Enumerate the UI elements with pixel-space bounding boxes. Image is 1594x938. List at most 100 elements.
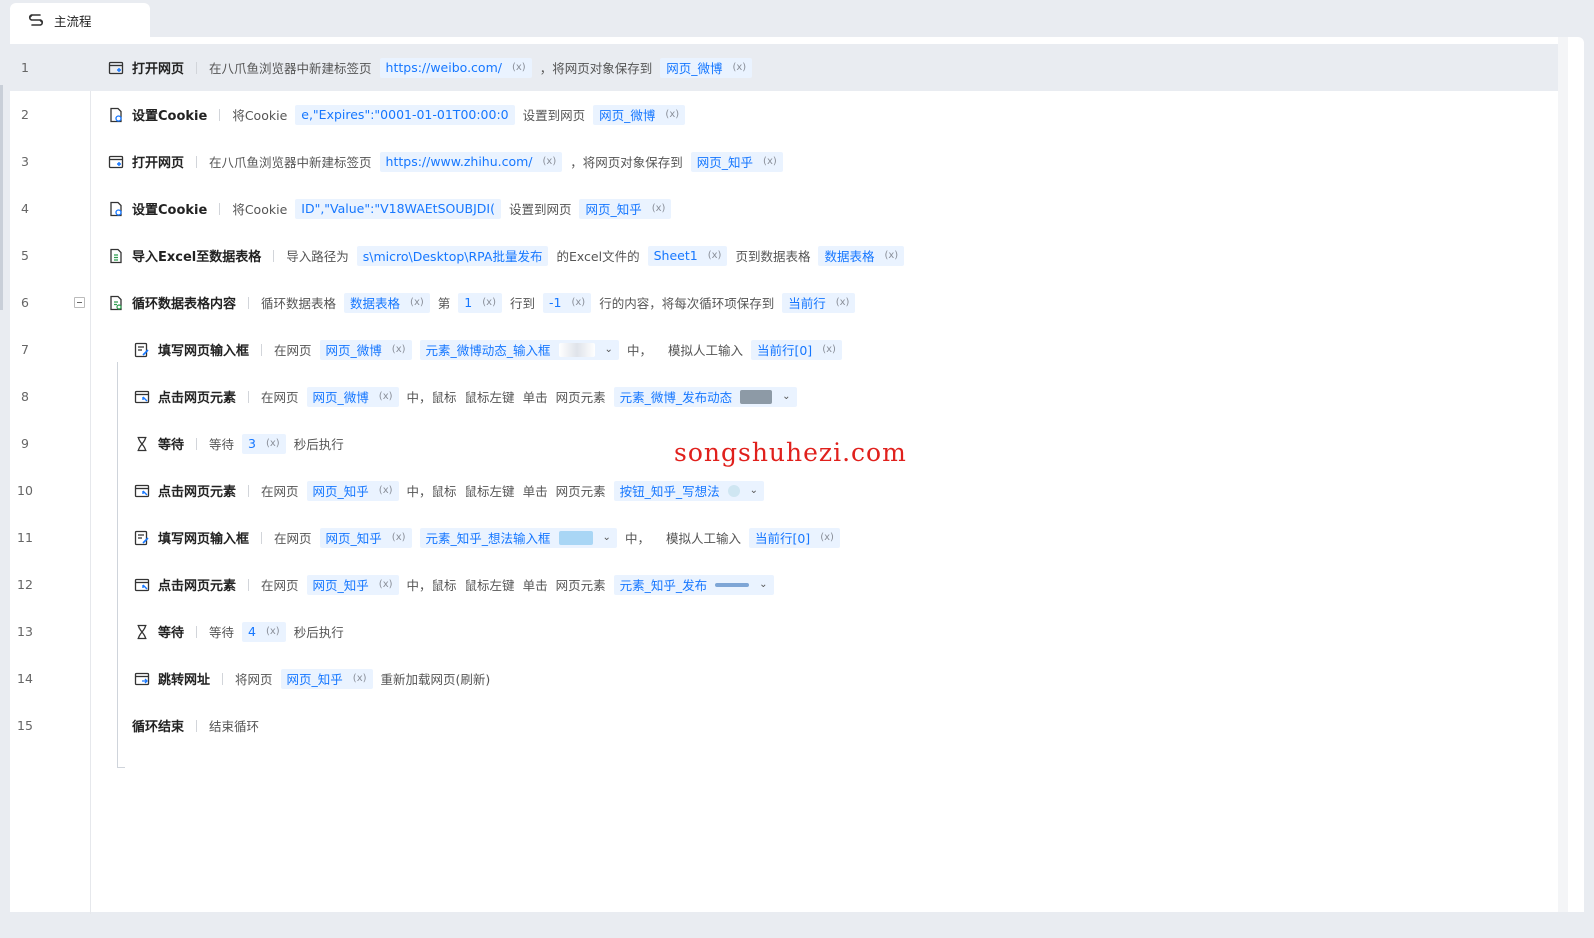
param-chip[interactable]: 网页_知乎 (x) [319, 527, 412, 548]
step-title: 导入Excel至数据表格 [132, 250, 262, 265]
element-select[interactable]: 按钮_知乎_写想法 ⌄ [613, 480, 764, 501]
step-text: 页到数据表格 [735, 249, 811, 264]
open-webpage-icon [108, 60, 124, 76]
flow-step-row[interactable]: 15 循环结束 结束循环 [10, 702, 1568, 749]
flow-editor-panel: 1 打开网页 在八爪鱼浏览器中新建标签页 https://weibo.com/ (… [10, 37, 1584, 914]
divider [248, 578, 250, 591]
variable-icon: (x) [391, 532, 406, 543]
variable-icon: (x) [265, 626, 280, 637]
flow-step-row[interactable]: 10 点击网页元素 在网页 网页_知乎 (x) 中，鼠标 鼠标左键 单击 网页元素… [10, 467, 1568, 514]
divider [196, 719, 198, 732]
flow-step-row[interactable]: 11 填写网页输入框 在网页 网页_知乎 (x) 元素_知乎_想法输入框 ⌄ 中， … [10, 514, 1568, 561]
param-chip[interactable]: -1 (x) [543, 292, 592, 313]
param-chip[interactable]: 3 (x) [242, 433, 286, 454]
variable-icon: (x) [352, 673, 367, 684]
param-chip[interactable]: https://weibo.com/ (x) [379, 57, 532, 78]
chevron-down-icon[interactable]: ⌄ [605, 344, 613, 355]
variable-icon: (x) [542, 156, 557, 167]
step-text: 单击 [522, 484, 548, 499]
param-chip[interactable]: 网页_知乎 (x) [280, 668, 373, 689]
param-chip[interactable]: s\micro\Desktop\RPA批量发布 [356, 245, 549, 266]
line-number: 9 [21, 436, 29, 451]
flow-step-row[interactable]: 13 等待 等待 4 (x) 秒后执行 [10, 608, 1568, 655]
step-text: ，将网页对象保存到 [570, 155, 683, 170]
chevron-down-icon[interactable]: ⌄ [759, 579, 767, 590]
param-value: 网页_微博 [312, 390, 369, 405]
param-chip[interactable]: 网页_知乎 (x) [306, 574, 399, 595]
flow-step-row[interactable]: 6 循环数据表格内容 循环数据表格 数据表格 (x) 第 1 (x) 行到 -1 (x… [10, 279, 1568, 326]
divider [196, 437, 198, 450]
variable-icon: (x) [410, 297, 424, 308]
step-text: 网页元素 [555, 578, 606, 593]
flow-step-row[interactable]: 1 打开网页 在八爪鱼浏览器中新建标签页 https://weibo.com/ (… [10, 44, 1568, 91]
divider [248, 296, 250, 309]
divider [222, 672, 224, 685]
param-chip[interactable]: 网页_微博 (x) [306, 386, 399, 407]
flow-step-row[interactable]: 3 打开网页 在八爪鱼浏览器中新建标签页 https://www.zhihu.c… [10, 138, 1568, 185]
element-select[interactable]: 元素_知乎_想法输入框 ⌄ [419, 527, 617, 548]
flow-step-row[interactable]: 14 跳转网址 将网页 网页_知乎 (x) 重新加载网页(刷新) [10, 655, 1568, 702]
step-text: 设置到网页 [522, 108, 586, 123]
param-chip[interactable]: 数据表格 (x) [344, 292, 430, 313]
chevron-down-icon[interactable]: ⌄ [603, 532, 611, 543]
param-value: s\micro\Desktop\RPA批量发布 [362, 249, 543, 264]
chevron-down-icon[interactable]: ⌄ [750, 485, 758, 496]
flow-step-row[interactable]: 4 设置Cookie 将Cookie ID","Value":"V18WAEtS… [10, 185, 1568, 232]
line-number: 8 [21, 389, 29, 404]
param-chip[interactable]: 网页_微博 (x) [593, 104, 686, 125]
step-text: 在网页 [261, 578, 299, 593]
param-chip[interactable]: 当前行 (x) [782, 292, 856, 313]
vertical-scrollbar[interactable] [1558, 37, 1568, 912]
divider [248, 390, 250, 403]
step-text: 鼠标左键 [464, 484, 515, 499]
param-value: 网页_知乎 [312, 578, 369, 593]
param-value: 当前行 [788, 296, 826, 311]
navigate-url-icon [134, 671, 150, 687]
tab-label: 主流程 [54, 13, 92, 29]
param-chip[interactable]: 网页_知乎 (x) [306, 480, 399, 501]
variable-icon: (x) [651, 203, 666, 214]
step-text: 模拟人工输入 [665, 531, 741, 546]
param-chip[interactable]: 网页_知乎 (x) [690, 151, 783, 172]
flow-step-row[interactable]: 8 点击网页元素 在网页 网页_微博 (x) 中，鼠标 鼠标左键 单击 网页元素 … [10, 373, 1568, 420]
param-chip[interactable]: 数据表格 (x) [818, 245, 905, 266]
param-value: https://weibo.com/ [385, 60, 502, 75]
collapse-toggle[interactable] [74, 297, 85, 308]
flow-step-row[interactable]: 7 填写网页输入框 在网页 网页_微博 (x) 元素_微博动态_输入框 ⌄ 中， 模… [10, 326, 1568, 373]
param-chip[interactable]: 网页_微博 (x) [660, 57, 753, 78]
tab-main-flow[interactable]: 主流程 [10, 3, 150, 37]
step-text: 等待 [209, 437, 235, 452]
flow-step-row[interactable]: 5 导入Excel至数据表格 导入路径为 s\micro\Desktop\RPA… [10, 232, 1568, 279]
element-select[interactable]: 元素_微博动态_输入框 ⌄ [419, 339, 619, 360]
element-thumbnail [558, 530, 593, 545]
step-text: 第 [437, 296, 451, 311]
divider [273, 249, 275, 262]
step-title: 点击网页元素 [158, 485, 237, 500]
variable-icon: (x) [482, 297, 496, 308]
element-select[interactable]: 元素_知乎_发布 ⌄ [613, 574, 774, 595]
chevron-down-icon[interactable]: ⌄ [782, 391, 790, 402]
step-title: 循环结束 [132, 720, 185, 735]
param-chip[interactable]: 网页_微博 (x) [319, 339, 412, 360]
param-value: 元素_知乎_想法输入框 [425, 531, 551, 546]
element-select[interactable]: 元素_微博_发布动态 ⌄ [613, 386, 797, 407]
param-chip[interactable]: 当前行[0] (x) [750, 339, 842, 360]
step-text: 行到 [509, 296, 535, 311]
param-chip[interactable]: 当前行[0] (x) [748, 527, 840, 548]
divider [196, 155, 198, 168]
step-text: 设置到网页 [508, 202, 572, 217]
param-chip[interactable]: https://www.zhihu.com/ (x) [379, 151, 563, 172]
click-element-icon [134, 389, 150, 405]
param-chip[interactable]: ID","Value":"V18WAEtSOUBJDI( [295, 198, 501, 219]
flow-step-row[interactable]: 2 设置Cookie 将Cookie e,"Expires":"0001-01-… [10, 91, 1568, 138]
param-chip[interactable]: 网页_知乎 (x) [579, 198, 672, 219]
param-value: 网页_知乎 [696, 155, 754, 170]
flow-step-row[interactable]: 12 点击网页元素 在网页 网页_知乎 (x) 中，鼠标 鼠标左键 单击 网页元素… [10, 561, 1568, 608]
param-chip[interactable]: 1 (x) [458, 292, 502, 313]
param-chip[interactable]: e,"Expires":"0001-01-01T00:00:0 [295, 104, 515, 125]
step-text: 等待 [209, 625, 235, 640]
param-chip[interactable]: Sheet1 (x) [647, 245, 728, 266]
param-chip[interactable]: 4 (x) [242, 621, 286, 642]
flow-icon [28, 12, 44, 28]
param-value: 数据表格 [350, 296, 401, 311]
